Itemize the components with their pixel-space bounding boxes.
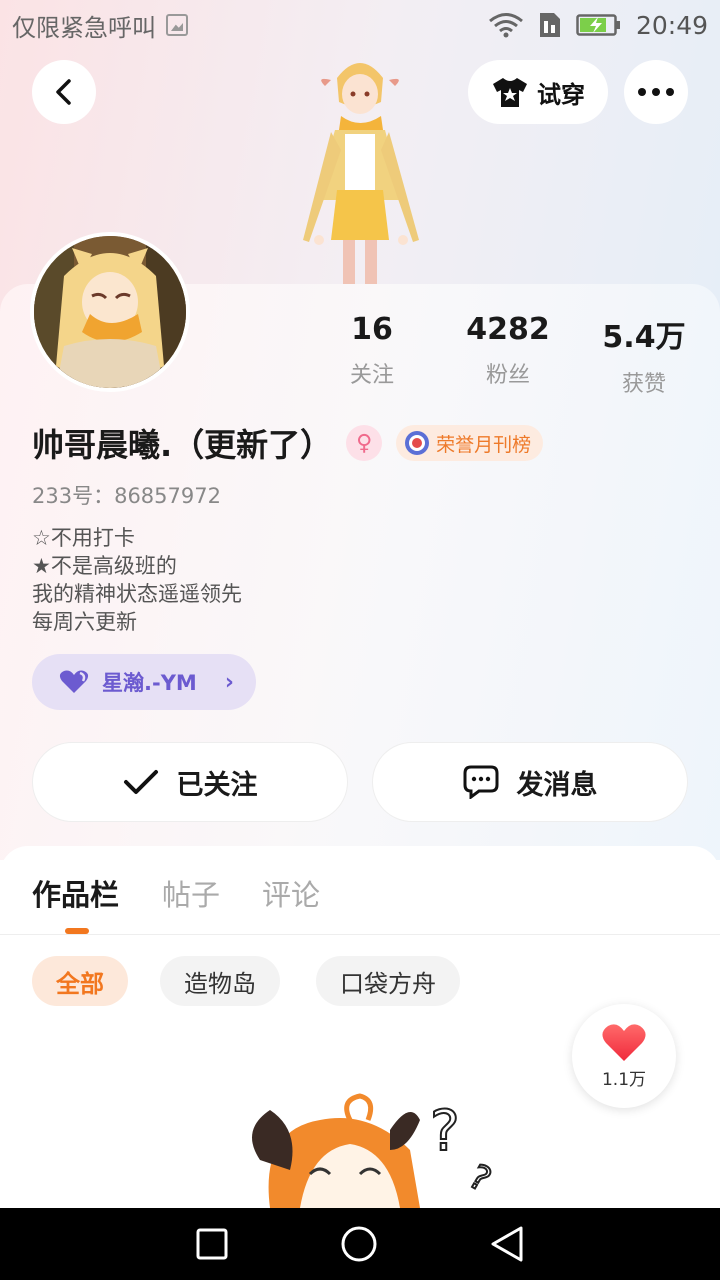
- stat-value: 5.4万: [602, 320, 686, 355]
- stat-label: 获赞: [621, 372, 666, 397]
- tab-comments[interactable]: 评论: [262, 872, 320, 914]
- wifi-icon: [489, 13, 523, 38]
- status-bar: 仅限紧急呼叫 20:49: [0, 0, 720, 50]
- system-nav-bar: [0, 1208, 720, 1280]
- heart-icon: [602, 1023, 646, 1061]
- avatar-3d-figure[interactable]: [285, 50, 435, 286]
- honor-badge-label: 荣誉月刊榜: [436, 433, 532, 456]
- message-button[interactable]: 发消息: [372, 742, 688, 822]
- name-row: 帅哥晨曦.（更新了） ♀ 荣誉月刊榜: [32, 420, 544, 466]
- message-label: 发消息: [516, 769, 598, 801]
- stat-following[interactable]: 16 关注: [312, 312, 432, 389]
- heart-icon: [59, 670, 89, 693]
- back-triangle-icon[interactable]: [489, 1225, 525, 1263]
- cp-relationship-pill[interactable]: 星瀚.-YM ›: [32, 654, 256, 710]
- svg-text:?: ?: [462, 1157, 498, 1201]
- sim-card-icon: [539, 13, 560, 37]
- filter-chip-zaowudao[interactable]: 造物岛: [160, 956, 280, 1006]
- stat-value: 4282: [466, 312, 550, 347]
- filter-chip-pocket-ark[interactable]: 口袋方舟: [316, 956, 460, 1006]
- like-button[interactable]: 1.1万: [572, 1004, 676, 1108]
- screenshot-notification-icon: [166, 14, 188, 36]
- honor-badge[interactable]: 荣誉月刊榜: [396, 425, 544, 461]
- follow-label: 已关注: [176, 769, 258, 801]
- more-button[interactable]: [624, 60, 688, 124]
- back-button[interactable]: [32, 60, 96, 124]
- stat-label: 粉丝: [485, 363, 530, 388]
- bio-line: ☆不用打卡: [32, 526, 135, 550]
- check-icon: [123, 770, 158, 794]
- user-id: 233号：86857972: [32, 484, 221, 508]
- svg-text:?: ?: [430, 1099, 460, 1164]
- medal-icon: [405, 431, 430, 455]
- female-gender-icon: ♀: [346, 425, 383, 461]
- chat-bubble-icon: [463, 765, 498, 799]
- follow-button[interactable]: 已关注: [32, 742, 348, 822]
- chevron-left-icon: [56, 79, 71, 105]
- more-dots-icon: [638, 88, 674, 96]
- stat-likes[interactable]: 5.4万 获赞: [584, 312, 704, 398]
- tab-divider: [0, 934, 720, 935]
- bio-line: ★不是高级班的: [32, 554, 177, 578]
- stat-value: 16: [351, 312, 393, 347]
- battery-charging-icon: [576, 14, 620, 36]
- user-name: 帅哥晨曦.（更新了）: [32, 426, 333, 464]
- avatar[interactable]: [30, 232, 190, 392]
- bio-line: 我的精神状态遥遥领先: [32, 582, 242, 606]
- try-on-label: 试穿: [537, 80, 585, 109]
- tab-works[interactable]: 作品栏: [32, 872, 119, 914]
- clock-time: 20:49: [635, 10, 708, 40]
- tshirt-icon: [493, 78, 527, 107]
- cp-name: 星瀚.-YM: [102, 671, 197, 695]
- stat-followers[interactable]: 4282 粉丝: [448, 312, 568, 389]
- like-count: 1.1万: [601, 1069, 647, 1090]
- tab-posts[interactable]: 帖子: [162, 872, 220, 914]
- recent-apps-icon[interactable]: [195, 1227, 229, 1261]
- bio-line: 每周六更新: [32, 610, 137, 634]
- filter-chip-all[interactable]: 全部: [32, 956, 128, 1006]
- chevron-right-icon: ›: [224, 669, 234, 695]
- stat-label: 关注: [349, 363, 394, 388]
- home-icon[interactable]: [340, 1225, 378, 1263]
- try-on-button[interactable]: 试穿: [468, 60, 608, 124]
- empty-state-mascot: ? ?: [240, 1090, 510, 1208]
- bio: ☆不用打卡 ★不是高级班的 我的精神状态遥遥领先 每周六更新: [32, 524, 242, 636]
- carrier-text: 仅限紧急呼叫: [12, 13, 156, 42]
